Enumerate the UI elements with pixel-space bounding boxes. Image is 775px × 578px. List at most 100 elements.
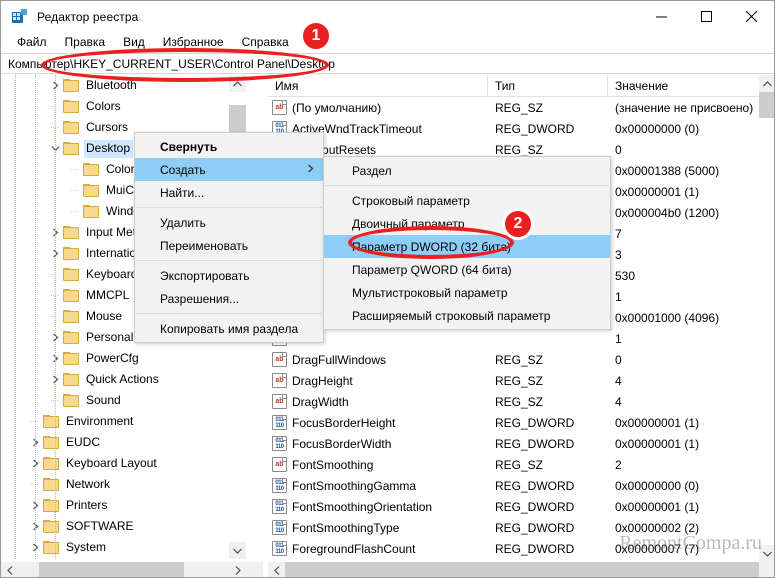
value-row[interactable]: 011 110 ForegroundFlashCount REG_DWORD 0x000…: [268, 538, 774, 559]
value-data: 0: [615, 142, 622, 157]
menu-item[interactable]: Копировать имя раздела: [135, 317, 323, 340]
value-row[interactable]: ab DragWidth REG_SZ 4: [268, 391, 774, 412]
values-scroll-thumb[interactable]: [759, 92, 774, 118]
value-data: 0x00001388 (5000): [615, 163, 720, 178]
tree-horizontal-scrollbar[interactable]: [1, 562, 263, 577]
menu-item[interactable]: Параметр QWORD (64 бита): [324, 258, 610, 281]
value-type: REG_SZ: [495, 100, 544, 115]
tree-item[interactable]: EUDC: [1, 432, 246, 453]
menu-item[interactable]: Строковый параметр: [324, 189, 610, 212]
folder-icon: [63, 267, 80, 282]
menu-item-label: Удалить: [160, 215, 206, 230]
annotation-badge-2: 2: [502, 208, 534, 240]
value-row[interactable]: ab DragFullWindows REG_SZ 0: [268, 349, 774, 370]
value-row[interactable]: ab DragHeight REG_SZ 4: [268, 370, 774, 391]
value-row[interactable]: ab (По умолчанию) REG_SZ (значение не присв…: [268, 97, 774, 118]
tree-item-label: Cursors: [86, 119, 129, 134]
menu-item-label: Расширяемый строковый параметр: [352, 308, 551, 323]
folder-icon: [63, 309, 80, 324]
value-data: 2: [615, 457, 622, 472]
tree-hscroll-thumb[interactable]: [39, 562, 184, 577]
value-data: 0x00000001 (1): [615, 415, 700, 430]
value-row[interactable]: ab1: [268, 328, 774, 349]
value-row[interactable]: 011 110 FocusBorderWidth REG_DWORD 0x0000000…: [268, 433, 774, 454]
tree-item[interactable]: Colors: [1, 96, 246, 117]
menu-file[interactable]: Файл: [8, 33, 56, 52]
folder-icon: [43, 540, 60, 555]
tree-item[interactable]: System: [1, 537, 246, 558]
window-controls: [639, 1, 774, 32]
tree-item-label: Desktop: [84, 139, 134, 158]
value-type: REG_SZ: [495, 352, 544, 367]
folder-icon: [63, 99, 80, 114]
tree-scroll-down-icon[interactable]: [229, 542, 246, 559]
values-horizontal-scrollbar[interactable]: [268, 562, 774, 577]
string-value-icon: ab: [272, 394, 287, 409]
tree-item-label: Colors: [86, 98, 121, 113]
value-row[interactable]: 011 110 FontSmoothingType REG_DWORD 0x000000…: [268, 517, 774, 538]
tree-item[interactable]: Volatile Environment: [1, 558, 246, 559]
tree-guide-line: [15, 75, 17, 559]
folder-icon: [83, 204, 100, 219]
tree-scroll-right-icon[interactable]: [229, 562, 246, 577]
values-scroll-down-icon[interactable]: [759, 545, 774, 562]
tree-scroll-left-icon[interactable]: [1, 562, 18, 577]
values-scroll-up-icon[interactable]: [759, 75, 774, 92]
menu-item[interactable]: Экспортировать: [135, 264, 323, 287]
menu-item[interactable]: Найти...: [135, 181, 323, 204]
column-header-value[interactable]: Значение: [608, 75, 758, 97]
menu-edit[interactable]: Правка: [56, 33, 115, 52]
value-row[interactable]: 011110ActiveWndTrackTimeoutREG_DWORD0x00…: [268, 118, 774, 139]
values-vertical-scrollbar[interactable]: [759, 75, 774, 562]
value-row[interactable]: ab FontSmoothing REG_SZ 2: [268, 454, 774, 475]
value-data: 0x00000001 (1): [615, 184, 700, 199]
value-name: FontSmoothingType: [292, 520, 400, 535]
value-type: REG_DWORD: [495, 436, 575, 451]
menu-item[interactable]: Переименовать: [135, 234, 323, 257]
tree-item[interactable]: Quick Actions: [1, 369, 246, 390]
tree-item[interactable]: Network: [1, 474, 246, 495]
tree-item[interactable]: Sound: [1, 390, 246, 411]
value-row[interactable]: 011 110 FontSmoothingOrientation REG_DWORD 0…: [268, 496, 774, 517]
value-name-cell: 011 110 FontSmoothingGamma: [268, 478, 488, 493]
tree-item-label: PowerCfg: [86, 350, 139, 365]
value-row[interactable]: 011 110 FontSmoothingGamma REG_DWORD 0x00000…: [268, 475, 774, 496]
menu-item[interactable]: Мультистроковый параметр: [324, 281, 610, 304]
value-name-cell: 011 110 ForegroundFlashCount: [268, 541, 488, 556]
maximize-button[interactable]: [684, 1, 729, 32]
value-type: REG_SZ: [495, 394, 544, 409]
menu-item[interactable]: Свернуть: [135, 135, 323, 158]
folder-icon: [63, 78, 80, 93]
close-button[interactable]: [729, 1, 774, 32]
column-header-type[interactable]: Тип: [488, 75, 608, 97]
value-name: FontSmoothing: [292, 457, 374, 472]
values-scroll-left-icon[interactable]: [268, 562, 285, 577]
value-name: DragFullWindows: [292, 352, 387, 367]
value-name-cell: ab DragWidth: [268, 394, 488, 409]
value-data: 0x000004b0 (1200): [615, 205, 720, 220]
menu-item[interactable]: Расширяемый строковый параметр: [324, 304, 610, 327]
values-hscroll-thumb[interactable]: [285, 562, 759, 577]
menu-item-label: Разрешения...: [160, 291, 240, 306]
menu-item[interactable]: Удалить: [135, 211, 323, 234]
value-type: REG_DWORD: [495, 499, 575, 514]
value-row[interactable]: 011 110 FocusBorderHeight REG_DWORD 0x000000…: [268, 412, 774, 433]
value-name-cell: ab DragHeight: [268, 373, 488, 388]
value-type: REG_DWORD: [495, 541, 575, 556]
column-header-name[interactable]: Имя: [268, 75, 488, 97]
string-value-icon: ab: [272, 457, 287, 472]
tree-item[interactable]: Printers: [1, 495, 246, 516]
tree-item[interactable]: Keyboard Layout: [1, 453, 246, 474]
minimize-button[interactable]: [639, 1, 684, 32]
menu-item[interactable]: Разрешения...: [135, 287, 323, 310]
tree-item-label: Mouse: [86, 308, 123, 323]
menu-item[interactable]: Создать: [135, 158, 323, 181]
value-name-cell: 011 110 FontSmoothingType: [268, 520, 488, 535]
tree-item[interactable]: SOFTWARE: [1, 516, 246, 537]
menu-item[interactable]: Раздел: [324, 159, 610, 182]
tree-item[interactable]: Environment: [1, 411, 246, 432]
context-menu[interactable]: Свернуть Создать Найти... Удалить Переименов…: [134, 132, 324, 343]
string-value-icon: ab: [272, 352, 287, 367]
value-data: 0x00000002 (2): [615, 520, 700, 535]
tree-item[interactable]: PowerCfg: [1, 348, 246, 369]
